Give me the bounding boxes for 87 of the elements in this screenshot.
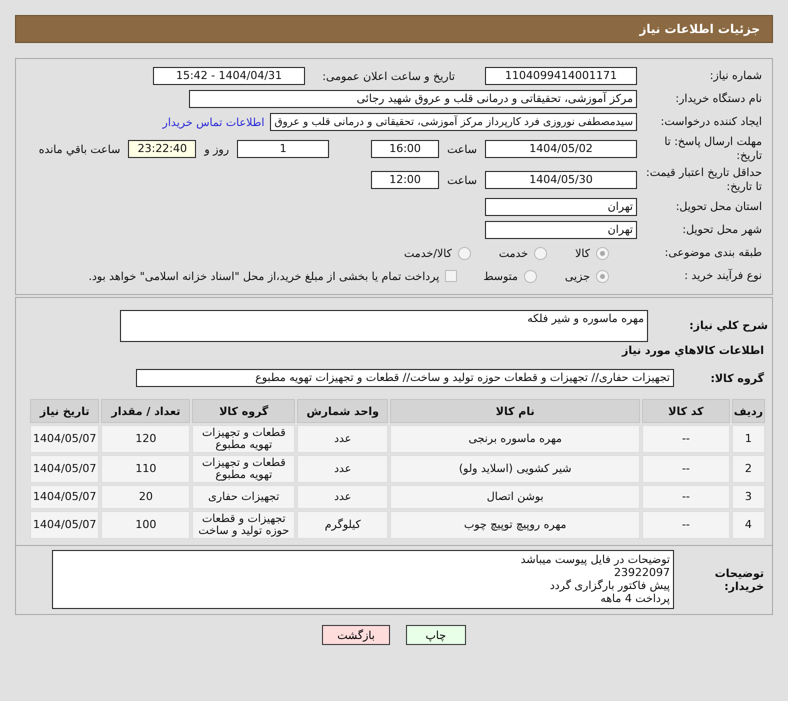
header-title: جزئیات اطلاعات نیاز	[639, 22, 760, 36]
notes-line: توضیحات در فایل پیوست میباشد	[520, 553, 670, 566]
column-header: تاریخ نیاز	[30, 399, 100, 423]
table-cell: شیر کشویی (اسلاید ولو)	[390, 455, 640, 483]
table-cell: عدد	[297, 425, 388, 453]
table-cell: 2	[732, 455, 765, 483]
back-button[interactable]: بازگشت	[322, 625, 390, 645]
radio-label: جزیی	[564, 270, 590, 282]
radio-button[interactable]	[458, 246, 471, 260]
field-label: مهلت ارسال پاسخ: تا تاریخ:	[663, 134, 763, 164]
province-field: تهران	[485, 198, 637, 216]
table-cell: عدد	[297, 485, 388, 509]
need-number-field: 1104099414001171	[485, 67, 637, 85]
radio-label: خدمت	[498, 246, 528, 260]
table-cell: --	[642, 511, 730, 539]
table-cell: 3	[732, 485, 765, 509]
field-label: شهر محل تحویل:	[681, 222, 763, 238]
time-label: ساعت	[447, 142, 477, 156]
notes-line: 23922097	[614, 566, 670, 579]
field-label: ایجاد کننده درخواست:	[660, 114, 763, 130]
remaining-time-field: 23:22:40	[128, 140, 196, 158]
column-header: واحد شمارش	[297, 399, 388, 423]
days-label: روز و	[204, 142, 230, 156]
remaining-label: ساعت باقي مانده	[38, 142, 120, 156]
column-header: کد کالا	[642, 399, 730, 423]
table-cell: --	[642, 425, 730, 453]
buyer-contact-link[interactable]: اطلاعات تماس خریدار	[162, 116, 264, 128]
table-cell: قطعات و تجهیزات تهویه مطبوع	[192, 455, 296, 483]
table-cell: --	[642, 485, 730, 509]
date-field: 1404/05/02	[485, 140, 637, 158]
checkbox[interactable]	[445, 270, 458, 282]
field-label: شماره نیاز:	[708, 68, 763, 84]
table-cell: مهره ماسوره برنجی	[390, 425, 640, 453]
table-cell: --	[642, 455, 730, 483]
time-field: 16:00	[371, 140, 440, 158]
radio-button[interactable]	[534, 246, 548, 260]
description-field: مهره ماسوره و شیر فلکه	[120, 310, 648, 342]
table-cell: 1404/05/07	[30, 455, 100, 483]
table-cell: 4	[732, 511, 765, 539]
buyer-field: مرکز آموزشی، تحقیقاتی و درمانی قلب و عروق شهید رجائی	[189, 90, 637, 108]
column-header: ردیف	[732, 399, 765, 423]
table-cell: کیلوگرم	[297, 511, 388, 539]
table-cell: تجهیزات و قطعات حوزه تولید و ساخت	[192, 511, 296, 539]
time-label: ساعت	[447, 174, 477, 186]
notes-line: پرداخت 4 ماهه	[599, 592, 670, 605]
radio-button[interactable]	[596, 270, 609, 282]
time-field: 12:00	[371, 171, 440, 189]
table-cell: 1	[732, 425, 765, 453]
field-label: تاریخ و ساعت اعلان عمومی:	[321, 70, 456, 82]
section-title: اطلاعات کالاهاي مورد نياز	[620, 344, 765, 357]
table-cell: 120	[101, 425, 190, 453]
table-cell: 1404/05/07	[30, 511, 100, 539]
radio-label: کالا	[575, 246, 590, 260]
field-label: نام دستگاه خریدار:	[674, 92, 763, 106]
date-field: 1404/05/30	[485, 171, 637, 189]
table-cell: 1404/05/07	[30, 485, 100, 509]
notes-line: پیش فاکتور بارگزاری گردد	[548, 579, 670, 592]
table-cell: قطعات و تجهیزات تهویه مطبوع	[192, 425, 296, 453]
table-cell: 100	[101, 511, 190, 539]
checkbox-label: پرداخت تمام یا بخشی از مبلغ خرید،از محل "اسناد خزانه اسلامی" خواهد بود.	[88, 270, 440, 282]
field-label: توضیحات خریدار:	[714, 566, 765, 592]
days-field: 1	[237, 140, 330, 158]
field-label: طبقه بندی موضوعی:	[664, 246, 763, 260]
radio-label: کالا/خدمت	[404, 246, 452, 260]
radio-button[interactable]	[596, 246, 609, 260]
table-cell: 1404/05/07	[30, 425, 100, 453]
announce-date-field: 1404/04/31 - 15:42	[153, 67, 305, 85]
table-cell: تجهیزات حفاری	[192, 485, 296, 509]
radio-button[interactable]	[524, 270, 537, 282]
column-header: گروه کالا	[192, 399, 296, 423]
table-cell: 110	[101, 455, 190, 483]
table-cell: عدد	[297, 455, 388, 483]
city-field: تهران	[485, 221, 637, 239]
field-label: نوع فرآیند خرید :	[683, 268, 763, 284]
table-cell: 20	[101, 485, 190, 509]
column-header: نام کالا	[390, 399, 640, 423]
field-label: شرح کلي نياز:	[688, 318, 769, 332]
field-label: گروه کالا:	[709, 372, 765, 384]
field-label: استان محل تحویل:	[674, 200, 763, 214]
table-cell: مهره رو‌پیچ توپیچ چوب	[390, 511, 640, 539]
column-header: تعداد / مقدار	[101, 399, 190, 423]
print-button[interactable]: چاپ	[406, 625, 466, 645]
radio-label: متوسط	[483, 270, 518, 282]
creator-field: سیدمصطفی نوروزی فرد کارپرداز مرکز آموزشی، تحقیقاتی و درمانی قلب و عروق	[270, 113, 637, 131]
goods-group-field: تجهیزات حفاری// تجهیزات و قطعات حوزه تولید و ساخت// قطعات و تجهیزات تهویه مطبوع	[136, 369, 674, 387]
table-cell: بوشن اتصال	[390, 485, 640, 509]
field-label: حداقل تاریخ اعتبار قیمت: تا تاریخ:	[645, 166, 763, 194]
